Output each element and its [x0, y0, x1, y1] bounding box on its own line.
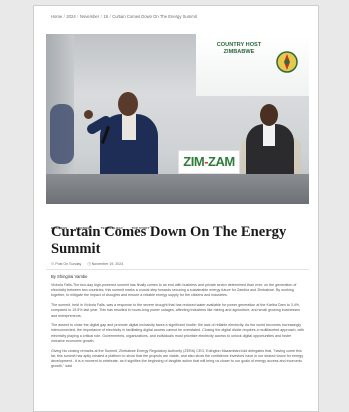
- speaker-hand: [84, 110, 93, 119]
- author-icon: ⊙: [51, 262, 55, 266]
- breadcrumb-year[interactable]: 2024: [66, 14, 75, 19]
- breadcrumb-month[interactable]: November: [80, 14, 99, 19]
- zimbabwe-crest-icon: [276, 51, 298, 73]
- breadcrumb-separator: /: [109, 14, 111, 19]
- breadcrumb-day[interactable]: 19: [103, 14, 108, 19]
- panelist-head: [260, 104, 278, 126]
- date-meta-text: November 19, 2024: [91, 262, 124, 266]
- paragraph-2: The summit, held in Victoria Falls, was …: [51, 303, 301, 318]
- article-title: Curtain Comes Down On The Energy Summit: [51, 224, 287, 257]
- banner-text: COUNTRY HOST ZIMBABWE: [216, 42, 262, 55]
- divider: [46, 269, 309, 270]
- breadcrumb-current: Curtain Comes Down On The Energy Summit: [112, 14, 197, 19]
- author-meta-text: Post On Sunday: [55, 262, 82, 266]
- speaker-shirt: [122, 114, 136, 140]
- zim-zam-logo: ZIM-ZAM: [178, 150, 240, 174]
- paragraph-3: The assent to close the digital gap and …: [51, 323, 304, 343]
- category-tags: BUSINESS ECONOMY TECHNOLOGY TOP STORY: [51, 216, 154, 230]
- breadcrumb-separator: /: [63, 14, 65, 19]
- article-meta: ⊙Post On Sunday ◷November 19, 2024: [51, 261, 128, 267]
- paragraph-1: Victoria Falls-The two-day high-powered …: [51, 283, 297, 298]
- logo-zim: ZIM: [183, 154, 205, 169]
- article-body: By Shingirai Vambe Victoria Falls-The tw…: [51, 274, 306, 374]
- breadcrumb-home[interactable]: Home: [51, 14, 62, 19]
- breadcrumb: Home/2024/November/19/Curtain Comes Down…: [51, 14, 308, 24]
- paragraph-4: Giving his closing remarks at the Summit…: [51, 348, 304, 369]
- hero-image: COUNTRY HOST ZIMBABWE ZIM-ZAM: [46, 34, 309, 204]
- summit-banner: COUNTRY HOST ZIMBABWE: [196, 34, 309, 96]
- byline: By Shingirai Vambe: [51, 274, 88, 279]
- speaker-head: [118, 92, 138, 116]
- breadcrumb-separator: /: [77, 14, 79, 19]
- clock-icon: ◷: [87, 262, 91, 266]
- background-person: [50, 104, 74, 164]
- author-meta[interactable]: ⊙Post On Sunday: [51, 261, 81, 266]
- stage-table: [46, 174, 309, 204]
- article-page: Home/2024/November/19/Curtain Comes Down…: [33, 5, 319, 412]
- breadcrumb-separator: /: [100, 14, 102, 19]
- date-meta: ◷November 19, 2024: [87, 261, 123, 266]
- logo-zam: ZAM: [208, 154, 235, 169]
- panelist-shirt: [263, 124, 275, 146]
